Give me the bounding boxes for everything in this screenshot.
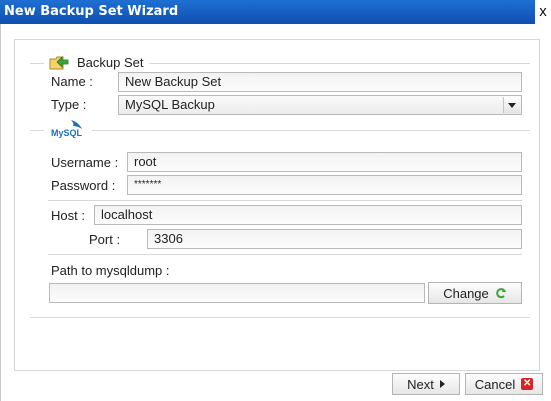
mysql-logo-text: MySQL (51, 128, 83, 138)
name-label: Name : (51, 74, 93, 89)
path-label: Path to mysqldump : (51, 263, 170, 278)
username-label: Username : (51, 155, 119, 170)
host-field[interactable]: localhost (94, 205, 522, 225)
mysql-legend: MySQL (44, 118, 92, 140)
name-field[interactable]: New Backup Set (118, 72, 522, 92)
divider (48, 254, 522, 255)
change-button[interactable]: Change (428, 282, 522, 304)
port-field[interactable]: 3306 (147, 229, 522, 249)
port-label: Port : (89, 232, 121, 247)
type-select[interactable]: MySQL Backup (118, 95, 522, 115)
password-label: Password : (51, 178, 116, 193)
password-field[interactable]: ******* (127, 175, 522, 195)
cancel-button[interactable]: Cancel ✕ (465, 373, 543, 395)
cancel-button-label: Cancel (474, 376, 516, 392)
cancel-icon: ✕ (521, 378, 534, 390)
title-bar: New Backup Set Wizard x (0, 0, 551, 24)
change-button-label: Change (443, 285, 489, 301)
next-button-label: Next (407, 376, 434, 392)
mysqldump-path-field[interactable] (49, 283, 425, 303)
divider (48, 200, 522, 201)
chevron-down-icon[interactable] (503, 97, 520, 113)
backup-set-icon (49, 56, 69, 70)
host-label: Host : (51, 208, 85, 223)
backup-set-legend-text: Backup Set (77, 54, 144, 70)
arrow-right-icon (439, 380, 445, 388)
window-title: New Backup Set Wizard (4, 4, 179, 19)
backup-set-legend: Backup Set (44, 52, 149, 72)
close-icon[interactable]: x (535, 0, 551, 24)
mysql-logo-icon: MySQL (51, 120, 83, 138)
refresh-icon (495, 288, 506, 299)
type-select-value: MySQL Backup (125, 97, 215, 112)
username-field[interactable]: root (127, 152, 522, 172)
type-label: Type : (51, 97, 87, 112)
next-button[interactable]: Next (392, 373, 460, 395)
